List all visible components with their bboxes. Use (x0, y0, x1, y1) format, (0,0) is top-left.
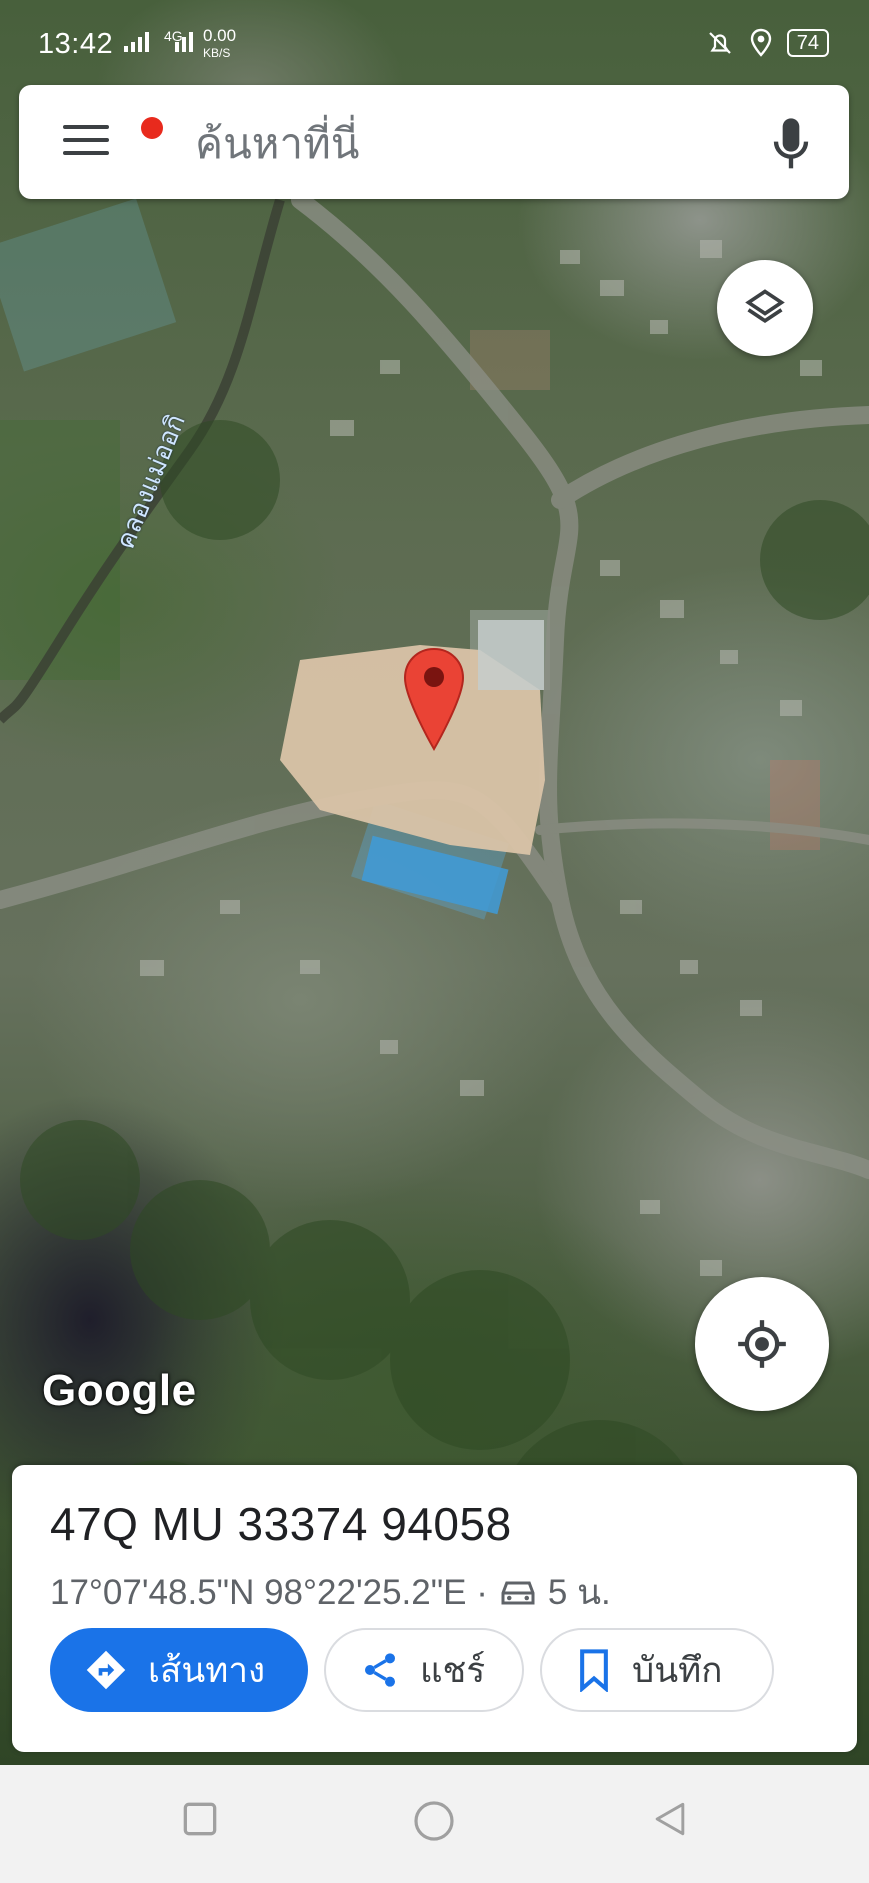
microphone-icon[interactable] (771, 115, 811, 175)
layers-button[interactable] (717, 260, 813, 356)
google-logo: Google (42, 1366, 197, 1415)
coordinates: 17°07'48.5"N 98°22'25.2"E · (50, 1572, 488, 1612)
search-input[interactable] (193, 107, 757, 179)
data-speed-unit: KB/S (203, 46, 231, 60)
signal-4g-icon (175, 32, 193, 52)
plus-code: 47Q MU 33374 94058 (50, 1498, 512, 1550)
place-sheet[interactable]: 47Q MU 33374 94058 17°07'48.5"N 98°22'25… (12, 1465, 857, 1752)
location-pin-icon[interactable] (403, 647, 465, 751)
directions-label: เส้นทาง (148, 1650, 266, 1691)
system-nav-bar (0, 1765, 869, 1883)
status-bar: 13:42 4G 0.00 KB/S 74 (0, 0, 869, 80)
action-buttons: เส้นทาง แชร์ บันทึก (50, 1628, 774, 1712)
status-time: 13:42 (38, 28, 114, 60)
home-icon[interactable] (410, 1797, 458, 1845)
coordinates-row: 17°07'48.5"N 98°22'25.2"E · 5 น. (50, 1565, 611, 1620)
vibrate-icon (708, 32, 731, 54)
directions-icon (86, 1650, 126, 1690)
directions-button[interactable]: เส้นทาง (50, 1628, 308, 1712)
data-speed: 0.00 (203, 26, 237, 45)
search-bar[interactable] (19, 85, 849, 199)
menu-icon (63, 125, 109, 129)
car-icon (501, 1581, 535, 1604)
menu-button[interactable] (63, 117, 163, 165)
battery-level: 74 (786, 29, 829, 57)
back-icon[interactable] (648, 1797, 692, 1841)
bookmark-icon (580, 1649, 608, 1692)
share-label: แชร์ (420, 1650, 486, 1691)
layers-icon (745, 289, 785, 324)
drive-time: 5 น. (547, 1573, 611, 1612)
save-label: บันทึก (632, 1650, 723, 1691)
location-status-icon (750, 28, 771, 57)
share-icon (365, 1653, 395, 1687)
my-location-icon (738, 1320, 786, 1368)
share-button[interactable]: แชร์ (324, 1628, 524, 1712)
notification-dot (141, 117, 163, 139)
signal-icon (124, 32, 149, 52)
save-button[interactable]: บันทึก (540, 1628, 774, 1712)
my-location-button[interactable] (695, 1277, 829, 1411)
recents-icon[interactable] (178, 1797, 222, 1841)
